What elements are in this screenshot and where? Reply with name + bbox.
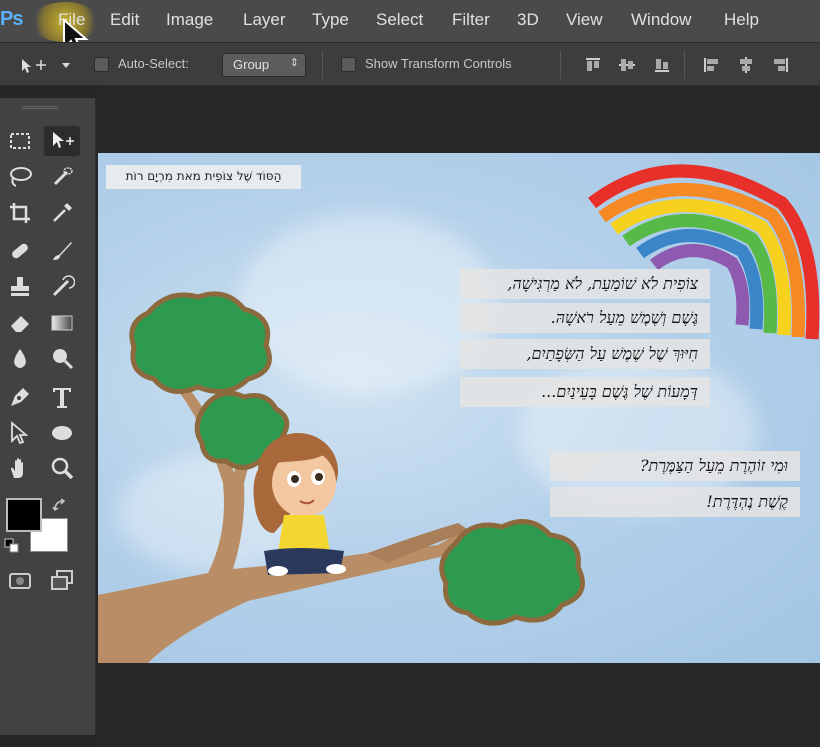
menu-edit[interactable]: Edit xyxy=(110,10,139,30)
type-tool-icon[interactable] xyxy=(44,382,80,412)
default-colors-icon[interactable] xyxy=(4,538,20,554)
eyedropper-tool-icon[interactable] xyxy=(44,198,80,228)
menu-filter[interactable]: Filter xyxy=(452,10,490,30)
move-tool-icon[interactable] xyxy=(44,126,80,156)
menu-bar: Ps File Edit Image Layer Type Select Fil… xyxy=(0,0,820,55)
tree-and-girl-illustration xyxy=(98,291,585,663)
history-brush-tool-icon[interactable] xyxy=(44,272,80,302)
menu-layer[interactable]: Layer xyxy=(243,10,286,30)
align-vertical-centers-icon[interactable] xyxy=(617,55,637,75)
brush-tool-icon[interactable] xyxy=(44,236,80,266)
girl-character xyxy=(253,433,346,576)
marquee-tool-icon[interactable] xyxy=(2,126,38,156)
zoom-tool-icon[interactable] xyxy=(44,454,80,484)
menu-image[interactable]: Image xyxy=(166,10,213,30)
show-transform-checkbox[interactable] xyxy=(341,57,356,72)
options-bar: Auto-Select: Group ⇕ Show Transform Cont… xyxy=(0,42,820,86)
divider xyxy=(560,51,561,79)
divider xyxy=(684,51,685,79)
swap-colors-icon[interactable] xyxy=(52,498,68,514)
move-tool-preset-icon[interactable] xyxy=(18,55,74,75)
menu-3d[interactable]: 3D xyxy=(517,10,539,30)
menu-type[interactable]: Type xyxy=(312,10,349,30)
foliage-right xyxy=(439,519,585,626)
ellipse-tool-icon[interactable] xyxy=(44,418,80,448)
gradient-tool-icon[interactable] xyxy=(44,308,80,338)
auto-select-target-dropdown[interactable]: Group ⇕ xyxy=(222,53,306,77)
auto-select-checkbox[interactable] xyxy=(94,57,109,72)
align-top-edges-icon[interactable] xyxy=(583,55,603,75)
menu-window[interactable]: Window xyxy=(631,10,691,30)
menu-view[interactable]: View xyxy=(566,10,603,30)
healing-brush-tool-icon[interactable] xyxy=(2,236,38,266)
align-bottom-edges-icon[interactable] xyxy=(652,55,672,75)
hand-tool-icon[interactable] xyxy=(2,454,38,484)
pen-tool-icon[interactable] xyxy=(2,382,38,412)
quick-mask-icon[interactable] xyxy=(2,566,38,596)
quick-selection-tool-icon[interactable] xyxy=(44,162,80,192)
eraser-tool-icon[interactable] xyxy=(2,308,38,338)
updown-arrows-icon: ⇕ xyxy=(289,57,299,69)
clone-stamp-tool-icon[interactable] xyxy=(2,272,38,302)
foreground-color-swatch[interactable] xyxy=(6,498,42,532)
blur-tool-icon[interactable] xyxy=(2,344,38,374)
align-horizontal-centers-icon[interactable] xyxy=(736,55,756,75)
dropdown-value: Group xyxy=(233,57,270,72)
foliage-top-left xyxy=(129,291,272,394)
align-left-edges-icon[interactable] xyxy=(701,55,721,75)
dodge-tool-icon[interactable] xyxy=(44,344,80,374)
photoshop-logo: Ps xyxy=(0,8,23,30)
crop-tool-icon[interactable] xyxy=(2,198,38,228)
screen-mode-icon[interactable] xyxy=(44,566,80,596)
menu-select[interactable]: Select xyxy=(376,10,423,30)
divider xyxy=(322,51,323,79)
auto-select-label: Auto-Select: xyxy=(118,56,189,71)
show-transform-label: Show Transform Controls xyxy=(365,56,512,71)
book-credit-label: הַסּוֹד שֶׁל צוֹפִית מאת מִרְיָם רוֹת xyxy=(106,165,301,189)
path-selection-tool-icon[interactable] xyxy=(2,418,38,448)
lasso-tool-icon[interactable] xyxy=(2,162,38,192)
panel-grip[interactable] xyxy=(22,106,58,109)
menu-help[interactable]: Help xyxy=(724,10,759,30)
document-canvas[interactable]: הַסּוֹד שֶׁל צוֹפִית מאת מִרְיָם רוֹת צו… xyxy=(98,153,820,663)
align-right-edges-icon[interactable] xyxy=(771,55,791,75)
toolbox-panel xyxy=(0,98,96,735)
